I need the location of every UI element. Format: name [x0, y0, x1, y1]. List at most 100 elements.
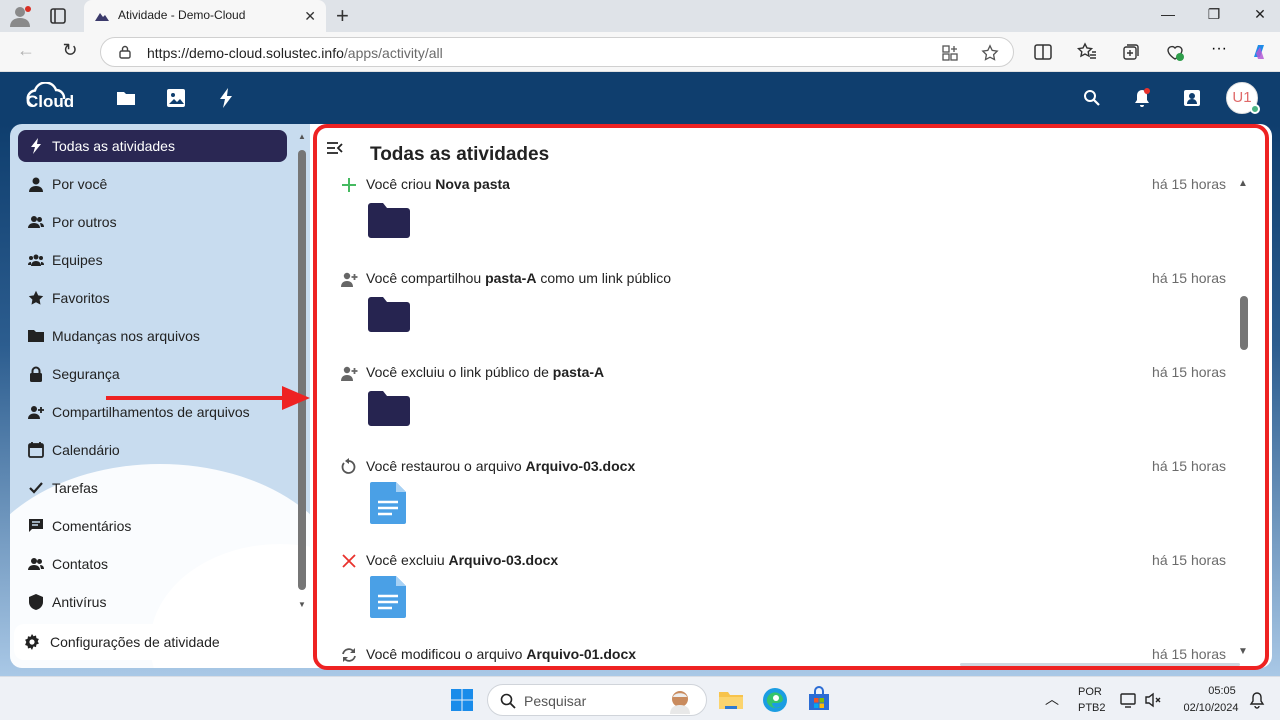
content-scroll-thumb[interactable]: [1240, 296, 1248, 350]
edge-browser-icon[interactable]: [761, 686, 789, 714]
new-tab-icon[interactable]: +: [336, 3, 349, 29]
tab-title: Atividade - Demo-Cloud: [118, 8, 246, 22]
activity-app-icon[interactable]: [216, 88, 236, 108]
activity-time: há 15 horas: [1152, 270, 1226, 286]
split-screen-icon[interactable]: [1033, 42, 1053, 62]
lock-icon[interactable]: [118, 45, 132, 59]
search-icon[interactable]: [1082, 88, 1102, 108]
language-indicator-bottom[interactable]: PTB2: [1078, 702, 1106, 714]
activity-time: há 15 horas: [1152, 458, 1226, 474]
nav-label: Mudanças nos arquivos: [52, 328, 200, 344]
check-icon: [29, 482, 43, 494]
url-text[interactable]: https://demo-cloud.solustec.info/apps/ac…: [147, 45, 443, 61]
photos-app-icon[interactable]: [166, 88, 186, 108]
notification-bell-icon[interactable]: [1248, 691, 1266, 709]
activity-time: há 15 horas: [1152, 176, 1226, 192]
browser-tab[interactable]: Atividade - Demo-Cloud ✕: [84, 0, 326, 32]
nav-item-by-you[interactable]: Por você: [18, 168, 287, 200]
language-indicator-top[interactable]: POR: [1078, 686, 1102, 698]
activity-subject-link[interactable]: Nova pasta: [435, 176, 510, 192]
activity-subject-link[interactable]: pasta-A: [553, 364, 604, 380]
nav-label: Calendário: [52, 442, 120, 458]
nav-item-by-others[interactable]: Por outros: [18, 206, 287, 238]
nav-label: Segurança: [52, 366, 120, 382]
folder-icon[interactable]: [366, 388, 412, 430]
favorites-icon[interactable]: [1077, 42, 1097, 62]
nav-item-file-changes[interactable]: Mudanças nos arquivos: [18, 320, 287, 352]
activity-subject-link[interactable]: Arquivo-03.docx: [449, 552, 559, 568]
file-explorer-icon[interactable]: [717, 686, 745, 714]
profile-icon[interactable]: [8, 5, 32, 27]
notifications-bell-icon[interactable]: [1132, 88, 1152, 108]
more-options-icon[interactable]: ···: [1209, 40, 1229, 60]
activity-subject-link[interactable]: Arquivo-03.docx: [526, 458, 636, 474]
nav-item-contacts[interactable]: Contatos: [18, 548, 287, 580]
activity-text-pre: Você excluiu o link público de: [366, 364, 553, 380]
horizontal-scrollbar[interactable]: [960, 663, 1240, 666]
activity-subject-link[interactable]: pasta-A: [485, 270, 536, 286]
settings-label: Configurações de atividade: [50, 634, 220, 650]
close-tab-icon[interactable]: ✕: [304, 8, 316, 25]
activity-text: Você modificou o arquivo Arquivo-01.docx: [366, 646, 636, 662]
folder-icon[interactable]: [366, 200, 412, 242]
modify-icon: [342, 648, 356, 662]
nav-item-antivirus[interactable]: Antivírus: [18, 586, 287, 618]
document-icon[interactable]: [366, 482, 412, 524]
nav-item-calendar[interactable]: Calendário: [18, 434, 287, 466]
sidebar-scroll-thumb[interactable]: [298, 150, 306, 590]
shield-icon: [29, 594, 43, 610]
activity-text-pre: Você modificou o arquivo: [366, 646, 527, 662]
folder-icon[interactable]: [366, 294, 412, 336]
minimize-icon[interactable]: —: [1158, 6, 1178, 26]
share-icon: [341, 272, 358, 287]
scroll-up-icon[interactable]: ▲: [1238, 178, 1248, 189]
restore-window-icon[interactable]: ❐: [1204, 6, 1224, 26]
network-display-icon[interactable]: [1120, 691, 1138, 709]
nav-item-all-activities[interactable]: Todas as atividades: [18, 130, 287, 162]
activity-subject-link[interactable]: Arquivo-01.docx: [526, 646, 636, 662]
scroll-up-icon[interactable]: ▲: [298, 132, 306, 141]
activity-text: Você excluiu Arquivo-03.docx: [366, 552, 558, 568]
sidebar-scrollbar[interactable]: ▲ ▼: [298, 132, 306, 612]
gear-icon: [25, 634, 39, 650]
activity-text-pre: Você criou: [366, 176, 436, 192]
address-bar[interactable]: https://demo-cloud.solustec.info/apps/ac…: [100, 37, 1014, 67]
page-title: Todas as atividades: [370, 144, 550, 165]
clock-date[interactable]: 02/10/2024: [1178, 702, 1244, 714]
nav-item-teams[interactable]: Equipes: [18, 244, 287, 276]
volume-muted-icon[interactable]: [1144, 691, 1162, 709]
favorite-star-icon[interactable]: [981, 44, 999, 62]
windows-taskbar: Pesquisar ︿ POR PTB2 05:05 02/10/2024: [0, 676, 1280, 720]
search-icon: [500, 693, 516, 709]
activity-time: há 15 horas: [1152, 646, 1226, 662]
activity-settings-button[interactable]: Configurações de atividade: [14, 624, 302, 660]
plus-icon: [342, 178, 356, 192]
taskbar-search[interactable]: Pesquisar: [487, 684, 707, 716]
close-window-icon[interactable]: ✕: [1250, 6, 1270, 26]
document-icon[interactable]: [366, 576, 412, 618]
scroll-down-icon[interactable]: ▼: [298, 600, 306, 609]
scroll-down-icon[interactable]: ▼: [1238, 646, 1248, 657]
microsoft-store-icon[interactable]: [805, 686, 833, 714]
browser-essentials-icon[interactable]: [1165, 42, 1185, 62]
collections-icon[interactable]: [1121, 42, 1141, 62]
app-available-icon[interactable]: [941, 44, 959, 62]
tab-actions-icon[interactable]: [48, 6, 68, 26]
nav-item-favorites[interactable]: Favoritos: [18, 282, 287, 314]
nav-label: Contatos: [52, 556, 109, 572]
screen: Atividade - Demo-Cloud ✕ + — ❐ ✕ ← ↻ htt…: [0, 0, 1280, 720]
toggle-navigation-icon[interactable]: [326, 140, 344, 156]
contacts-menu-icon[interactable]: [1182, 88, 1202, 108]
activity-text-pre: Você restaurou o arquivo: [366, 458, 526, 474]
nav-item-tasks[interactable]: Tarefas: [18, 472, 287, 504]
back-icon[interactable]: ←: [14, 40, 38, 64]
reload-icon[interactable]: ↻: [58, 40, 82, 64]
nav-item-comments[interactable]: Comentários: [18, 510, 287, 542]
nav-label: Favoritos: [52, 290, 110, 306]
show-hidden-icons-chevron-icon[interactable]: ︿: [1045, 689, 1059, 709]
clock-time[interactable]: 05:05: [1200, 685, 1244, 697]
windows-start-icon[interactable]: [450, 688, 474, 712]
star-icon: [28, 290, 44, 305]
copilot-icon[interactable]: [1250, 42, 1270, 62]
files-app-icon[interactable]: [116, 88, 136, 108]
